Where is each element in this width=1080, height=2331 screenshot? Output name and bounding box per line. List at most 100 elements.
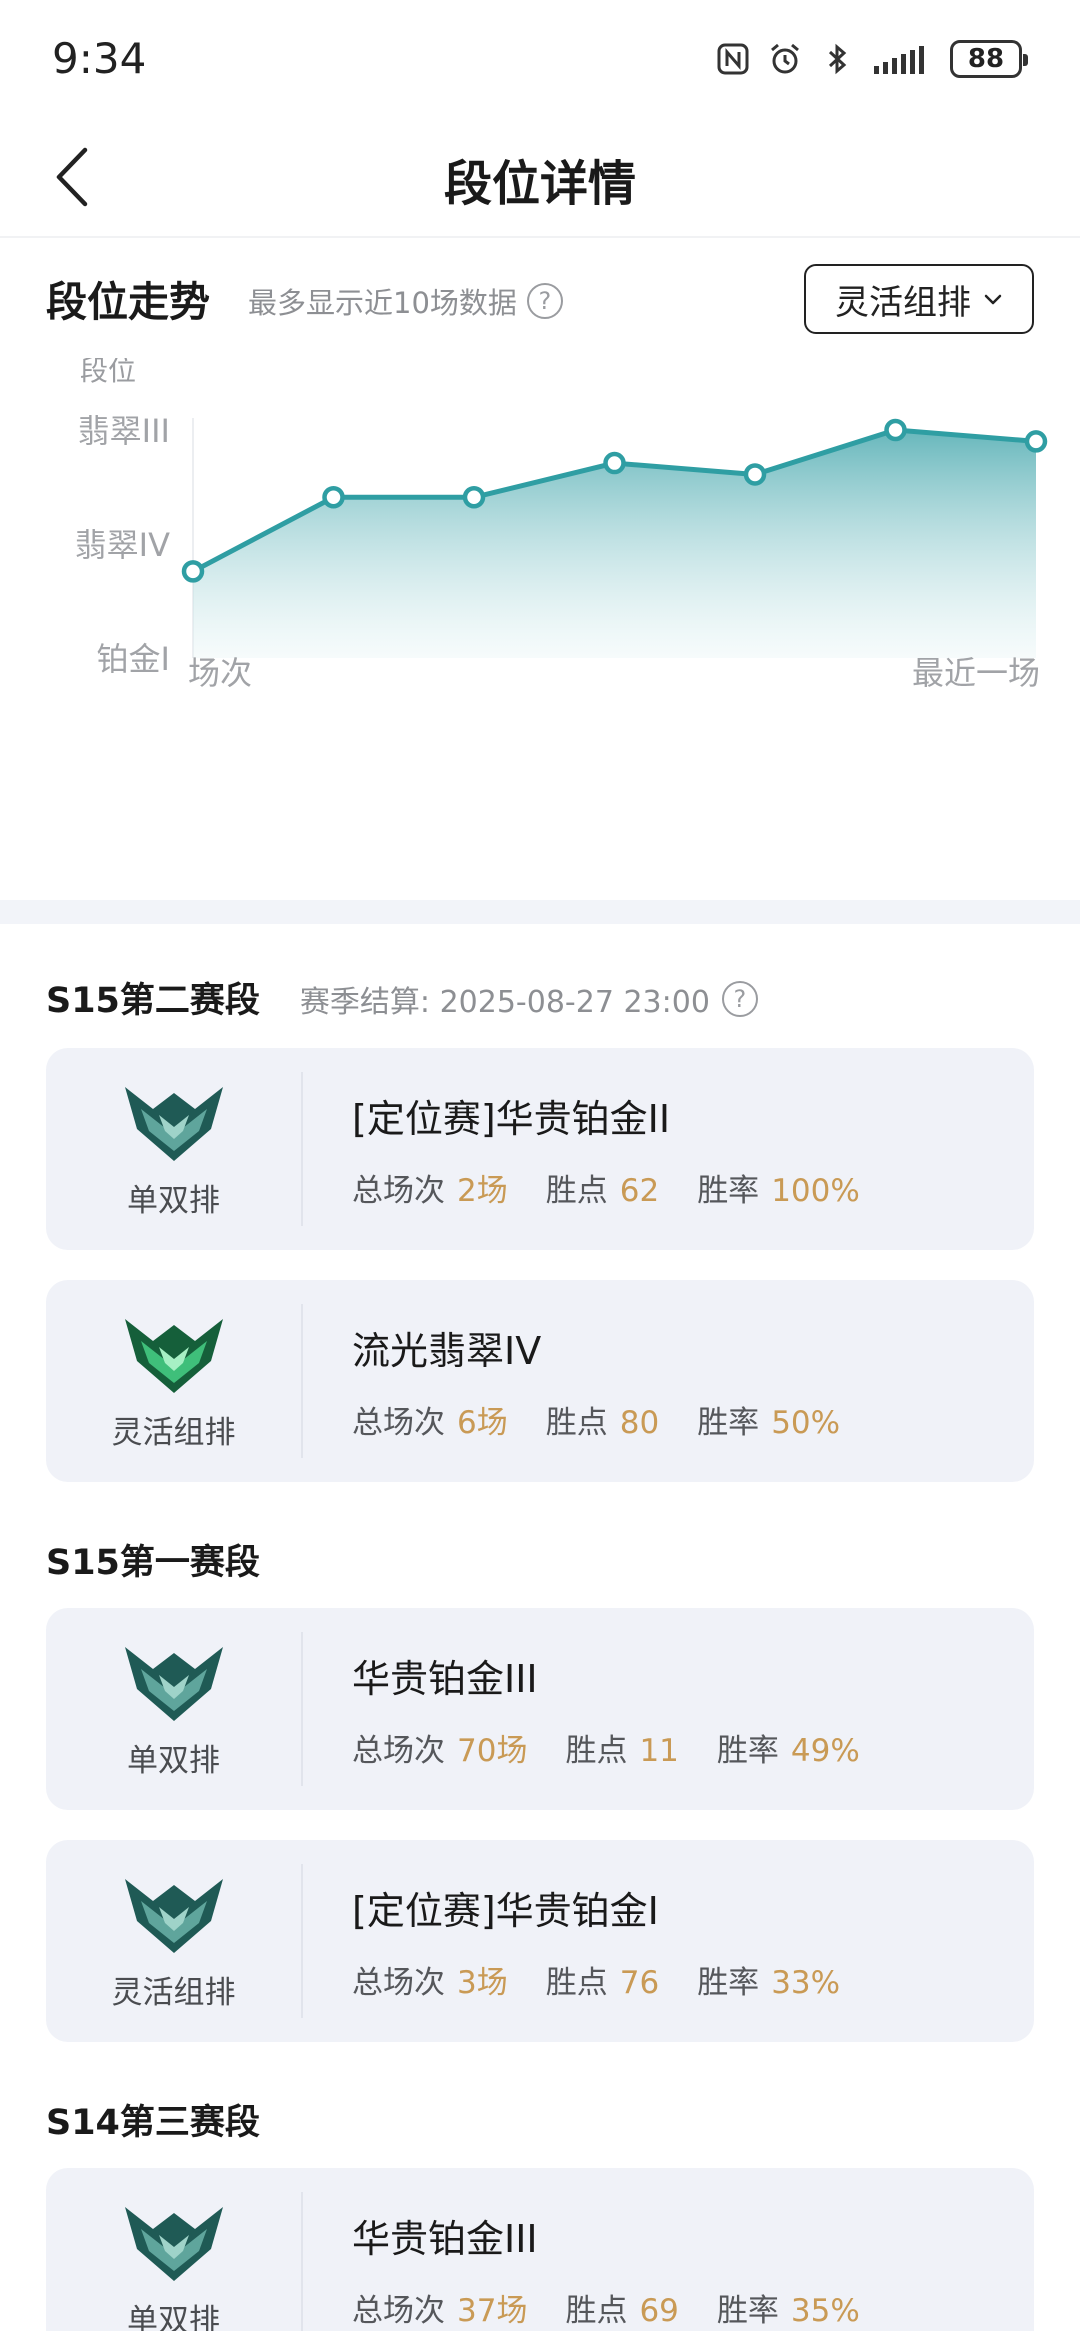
season-list: S15第二赛段 赛季结算: 2025-08-27 23:00 ? 单双排 [定位… bbox=[0, 924, 1080, 2331]
alarm-icon bbox=[771, 43, 799, 74]
stat-games: 总场次 37场 bbox=[352, 2285, 527, 2330]
stat-label: 总场次 bbox=[352, 1733, 445, 1769]
trend-point[interactable] bbox=[884, 418, 907, 442]
rank-emblem-block: 单双排 bbox=[46, 1048, 301, 1250]
season-header: S15第二赛段 赛季结算: 2025-08-27 23:00 ? bbox=[0, 924, 1080, 1048]
season-settle: 赛季结算: 2025-08-27 23:00 ? bbox=[300, 977, 758, 1021]
stat-label: 胜率 bbox=[716, 2293, 779, 2329]
rank-card[interactable]: 灵活组排 流光翡翠IV 总场次 6场 胜点 80 胜率 50% bbox=[46, 1280, 1034, 1482]
stat-label: 总场次 bbox=[352, 1173, 445, 1209]
queue-mode-dropdown[interactable]: 灵活组排 bbox=[804, 264, 1034, 334]
trend-point[interactable] bbox=[1024, 430, 1048, 453]
stat-winrate: 胜率 33% bbox=[697, 1957, 840, 2002]
trend-point[interactable] bbox=[181, 560, 205, 583]
stat-label: 胜点 bbox=[545, 1965, 608, 2001]
help-icon[interactable]: ? bbox=[721, 981, 758, 1017]
card-divider bbox=[301, 1864, 303, 2018]
nfc-icon bbox=[717, 43, 749, 75]
rank-card[interactable]: 单双排 [定位赛]华贵铂金II 总场次 2场 胜点 62 胜率 100% bbox=[46, 1048, 1034, 1250]
season-header: S14第三赛段 bbox=[0, 2072, 1080, 2168]
trend-point[interactable] bbox=[462, 486, 486, 509]
stat-label: 胜率 bbox=[716, 1733, 779, 1769]
rank-info: 华贵铂金III 总场次 70场 胜点 11 胜率 49% bbox=[352, 1648, 1014, 1770]
trend-point[interactable] bbox=[743, 463, 767, 486]
stat-value: 3场 bbox=[457, 1965, 508, 2001]
rank-card[interactable]: 单双排 华贵铂金III 总场次 37场 胜点 69 胜率 35% bbox=[46, 2168, 1034, 2331]
stat-value: 6场 bbox=[457, 1405, 508, 1441]
rank-stats: 总场次 37场 胜点 69 胜率 35% bbox=[352, 2285, 1014, 2330]
signal-icon bbox=[874, 46, 924, 74]
stat-games: 总场次 70场 bbox=[352, 1725, 527, 1770]
trend-point[interactable] bbox=[603, 451, 626, 475]
trend-point[interactable] bbox=[322, 486, 345, 509]
stat-label: 总场次 bbox=[352, 1965, 445, 2001]
stat-label: 胜点 bbox=[545, 1405, 608, 1441]
page-title: 段位详情 bbox=[443, 156, 636, 212]
rank-stats: 总场次 70场 胜点 11 胜率 49% bbox=[352, 1725, 1014, 1770]
trend-subtitle: 最多显示近10场数据 ? bbox=[248, 280, 563, 322]
rank-info: 华贵铂金III 总场次 37场 胜点 69 胜率 35% bbox=[352, 2208, 1014, 2330]
rank-emblem-block: 灵活组排 bbox=[46, 1280, 301, 1482]
stat-label: 胜率 bbox=[697, 1173, 760, 1209]
stat-value: 11 bbox=[639, 1733, 679, 1769]
card-divider bbox=[301, 1632, 303, 1786]
queue-label: 灵活组排 bbox=[111, 1414, 236, 1451]
stat-points: 胜点 62 bbox=[546, 1165, 659, 1210]
rank-name: 华贵铂金III bbox=[352, 1657, 538, 1701]
rank-name: 流光翡翠IV bbox=[352, 1329, 542, 1373]
platinum-emblem-icon bbox=[124, 1646, 223, 1721]
stat-label: 胜率 bbox=[697, 1965, 760, 2001]
stat-value: 100% bbox=[771, 1173, 860, 1209]
section-divider bbox=[0, 900, 1080, 924]
stat-value: 70场 bbox=[457, 1733, 528, 1769]
rank-card[interactable]: 灵活组排 [定位赛]华贵铂金I 总场次 3场 胜点 76 胜率 33% bbox=[46, 1840, 1034, 2042]
stat-value: 80 bbox=[619, 1405, 660, 1441]
rank-card[interactable]: 单双排 华贵铂金III 总场次 70场 胜点 11 胜率 49% bbox=[46, 1608, 1034, 1810]
stat-label: 总场次 bbox=[352, 2293, 445, 2329]
queue-mode-value: 灵活组排 bbox=[835, 282, 971, 323]
stat-value: 35% bbox=[790, 2293, 860, 2329]
x-label-start: 场次 bbox=[188, 654, 252, 692]
stat-winrate: 胜率 49% bbox=[717, 1725, 860, 1770]
help-icon[interactable]: ? bbox=[526, 283, 563, 319]
card-divider bbox=[301, 1304, 303, 1458]
queue-label: 单双排 bbox=[127, 1742, 220, 1779]
rank-name: 华贵铂金III bbox=[352, 2217, 538, 2261]
platinum-emblem-icon bbox=[124, 1086, 223, 1161]
chevron-down-icon bbox=[984, 294, 1002, 305]
status-icons: 88 bbox=[716, 40, 1028, 78]
rank-emblem-block: 灵活组排 bbox=[46, 1840, 301, 2042]
rank-emblem-block: 单双排 bbox=[46, 1608, 301, 1810]
y-tick-label: 翡翠IV bbox=[75, 526, 170, 564]
stat-winrate: 胜率 50% bbox=[697, 1397, 840, 1442]
stat-winrate: 胜率 35% bbox=[717, 2285, 860, 2330]
rank-trend-chart: 段位 翡翠III 翡翠IV 铂金I 场次 最近一场 bbox=[0, 354, 1080, 858]
stat-value: 49% bbox=[790, 1733, 860, 1769]
stat-value: 76 bbox=[619, 1965, 660, 2001]
rank-name: [定位赛]华贵铂金II bbox=[352, 1097, 671, 1141]
platinum-emblem-icon bbox=[124, 1878, 223, 1953]
rank-emblem-block: 单双排 bbox=[46, 2168, 301, 2331]
y-axis-title: 段位 bbox=[80, 358, 136, 387]
rank-info: 流光翡翠IV 总场次 6场 胜点 80 胜率 50% bbox=[352, 1320, 1014, 1442]
card-divider bbox=[301, 1072, 303, 1226]
stat-value: 69 bbox=[639, 2293, 679, 2329]
stat-games: 总场次 6场 bbox=[352, 1397, 508, 1442]
stat-games: 总场次 3场 bbox=[352, 1957, 508, 2002]
battery-level: 88 bbox=[967, 44, 1005, 74]
stat-value: 33% bbox=[771, 1965, 841, 2001]
rank-trend-section: 段位走势 最多显示近10场数据 ? 灵活组排 段位 翡翠III 翡翠IV 铂金I 场… bbox=[0, 238, 1080, 900]
stat-games: 总场次 2场 bbox=[352, 1165, 508, 1210]
card-divider bbox=[301, 2192, 303, 2331]
season-settle-text: 赛季结算: 2025-08-27 23:00 bbox=[299, 985, 710, 1020]
rank-stats: 总场次 2场 胜点 62 胜率 100% bbox=[352, 1165, 1014, 1210]
stat-points: 胜点 11 bbox=[565, 1725, 678, 1770]
stat-label: 总场次 bbox=[352, 1405, 445, 1441]
stat-label: 胜点 bbox=[565, 2293, 628, 2329]
trend-chart-svg: 段位 翡翠III 翡翠IV 铂金I 场次 最近一场 bbox=[75, 354, 1048, 692]
season-header: S15第一赛段 bbox=[0, 1512, 1080, 1608]
battery-indicator: 88 bbox=[950, 40, 1028, 78]
season-title: S15第二赛段 bbox=[46, 981, 260, 1021]
rank-info: [定位赛]华贵铂金II 总场次 2场 胜点 62 胜率 100% bbox=[352, 1088, 1014, 1210]
status-time: 9:34 bbox=[52, 34, 147, 83]
